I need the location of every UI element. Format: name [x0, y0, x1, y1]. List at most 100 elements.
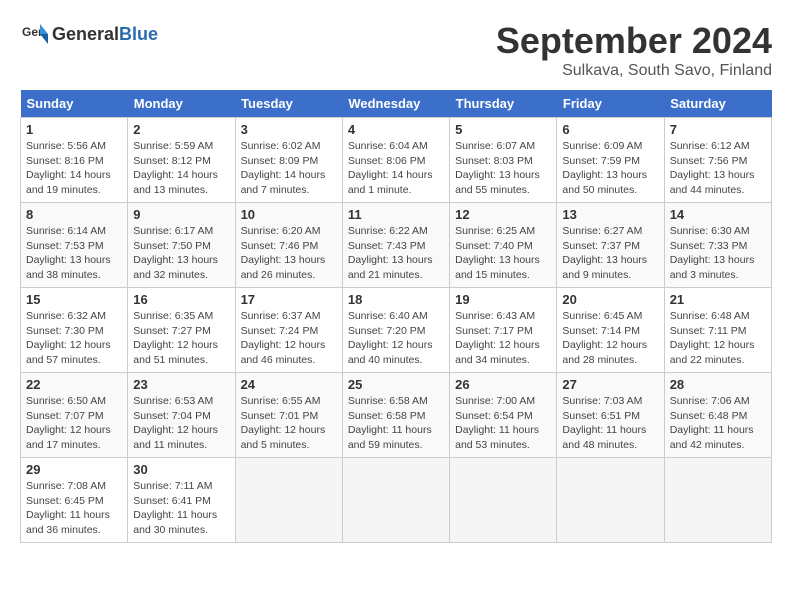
day-number: 8 [26, 207, 122, 222]
day-cell: 16Sunrise: 6:35 AM Sunset: 7:27 PM Dayli… [128, 288, 235, 373]
day-info: Sunrise: 6:09 AM Sunset: 7:59 PM Dayligh… [562, 139, 658, 198]
day-number: 25 [348, 377, 444, 392]
day-cell [342, 458, 449, 543]
day-cell: 15 Sunrise: 6:32 AM Sunset: 7:30 PM Dayli… [21, 288, 128, 373]
day-info: Sunrise: 6:45 AM Sunset: 7:14 PM Dayligh… [562, 309, 658, 368]
day-number: 27 [562, 377, 658, 392]
day-cell: 14 Sunrise: 6:30 AM Sunset: 7:33 PM Dayli… [664, 203, 771, 288]
day-info: Sunrise: 6:14 AM Sunset: 7:53 PM Dayligh… [26, 224, 122, 283]
day-cell: 22 Sunrise: 6:50 AM Sunset: 7:07 PM Dayli… [21, 373, 128, 458]
header-row: SundayMondayTuesdayWednesdayThursdayFrid… [21, 90, 772, 118]
day-info: Sunrise: 6:53 AM Sunset: 7:04 PM Dayligh… [133, 394, 229, 453]
week-row-5: 29 Sunrise: 7:08 AM Sunset: 6:45 PM Dayli… [21, 458, 772, 543]
day-info: Sunrise: 7:11 AM Sunset: 6:41 PM Dayligh… [133, 479, 229, 538]
day-number: 20 [562, 292, 658, 307]
day-number: 17 [241, 292, 337, 307]
day-info: Sunrise: 7:06 AM Sunset: 6:48 PM Dayligh… [670, 394, 766, 453]
day-number: 23 [133, 377, 229, 392]
day-number: 24 [241, 377, 337, 392]
page-header: Gen GeneralBlue September 2024 Sulkava, … [20, 20, 772, 80]
logo-blue-text: Blue [119, 24, 158, 45]
title-area: September 2024 Sulkava, South Savo, Finl… [496, 20, 772, 80]
day-number: 18 [348, 292, 444, 307]
day-info: Sunrise: 6:40 AM Sunset: 7:20 PM Dayligh… [348, 309, 444, 368]
day-number: 3 [241, 122, 337, 137]
day-number: 22 [26, 377, 122, 392]
day-number: 21 [670, 292, 766, 307]
week-row-2: 8 Sunrise: 6:14 AM Sunset: 7:53 PM Daylig… [21, 203, 772, 288]
day-cell: 19 Sunrise: 6:43 AM Sunset: 7:17 PM Dayli… [450, 288, 557, 373]
day-info: Sunrise: 7:03 AM Sunset: 6:51 PM Dayligh… [562, 394, 658, 453]
day-info: Sunrise: 6:55 AM Sunset: 7:01 PM Dayligh… [241, 394, 337, 453]
day-cell: 13 Sunrise: 6:27 AM Sunset: 7:37 PM Dayli… [557, 203, 664, 288]
month-title: September 2024 [496, 20, 772, 62]
day-cell: 26Sunrise: 7:00 AM Sunset: 6:54 PM Dayli… [450, 373, 557, 458]
day-info: Sunrise: 7:08 AM Sunset: 6:45 PM Dayligh… [26, 479, 122, 538]
day-cell [235, 458, 342, 543]
day-number: 19 [455, 292, 551, 307]
day-number: 9 [133, 207, 229, 222]
day-cell: 1Sunrise: 5:56 AM Sunset: 8:16 PM Daylig… [21, 118, 128, 203]
col-header-thursday: Thursday [450, 90, 557, 118]
day-info: Sunrise: 6:32 AM Sunset: 7:30 PM Dayligh… [26, 309, 122, 368]
day-info: Sunrise: 6:12 AM Sunset: 7:56 PM Dayligh… [670, 139, 766, 198]
day-cell: 7 Sunrise: 6:12 AM Sunset: 7:56 PM Daylig… [664, 118, 771, 203]
week-row-4: 22 Sunrise: 6:50 AM Sunset: 7:07 PM Dayli… [21, 373, 772, 458]
day-number: 6 [562, 122, 658, 137]
col-header-monday: Monday [128, 90, 235, 118]
day-cell: 9Sunrise: 6:17 AM Sunset: 7:50 PM Daylig… [128, 203, 235, 288]
day-number: 15 [26, 292, 122, 307]
day-info: Sunrise: 6:35 AM Sunset: 7:27 PM Dayligh… [133, 309, 229, 368]
day-cell [450, 458, 557, 543]
day-number: 5 [455, 122, 551, 137]
day-info: Sunrise: 5:56 AM Sunset: 8:16 PM Dayligh… [26, 139, 122, 198]
day-cell: 25 Sunrise: 6:58 AM Sunset: 6:58 PM Dayli… [342, 373, 449, 458]
day-cell: 29 Sunrise: 7:08 AM Sunset: 6:45 PM Dayli… [21, 458, 128, 543]
day-info: Sunrise: 6:58 AM Sunset: 6:58 PM Dayligh… [348, 394, 444, 453]
day-cell: 8 Sunrise: 6:14 AM Sunset: 7:53 PM Daylig… [21, 203, 128, 288]
day-number: 30 [133, 462, 229, 477]
day-cell: 28 Sunrise: 7:06 AM Sunset: 6:48 PM Dayli… [664, 373, 771, 458]
day-info: Sunrise: 6:25 AM Sunset: 7:40 PM Dayligh… [455, 224, 551, 283]
day-cell: 2Sunrise: 5:59 AM Sunset: 8:12 PM Daylig… [128, 118, 235, 203]
day-cell [664, 458, 771, 543]
location-subtitle: Sulkava, South Savo, Finland [496, 62, 772, 80]
day-info: Sunrise: 6:50 AM Sunset: 7:07 PM Dayligh… [26, 394, 122, 453]
day-cell: 24 Sunrise: 6:55 AM Sunset: 7:01 PM Dayli… [235, 373, 342, 458]
day-cell: 10Sunrise: 6:20 AM Sunset: 7:46 PM Dayli… [235, 203, 342, 288]
day-info: Sunrise: 5:59 AM Sunset: 8:12 PM Dayligh… [133, 139, 229, 198]
day-number: 11 [348, 207, 444, 222]
day-info: Sunrise: 6:04 AM Sunset: 8:06 PM Dayligh… [348, 139, 444, 198]
day-cell: 27 Sunrise: 7:03 AM Sunset: 6:51 PM Dayli… [557, 373, 664, 458]
day-number: 13 [562, 207, 658, 222]
day-number: 26 [455, 377, 551, 392]
day-number: 10 [241, 207, 337, 222]
col-header-wednesday: Wednesday [342, 90, 449, 118]
day-info: Sunrise: 6:27 AM Sunset: 7:37 PM Dayligh… [562, 224, 658, 283]
day-cell: 11 Sunrise: 6:22 AM Sunset: 7:43 PM Dayli… [342, 203, 449, 288]
day-cell: 4Sunrise: 6:04 AM Sunset: 8:06 PM Daylig… [342, 118, 449, 203]
col-header-saturday: Saturday [664, 90, 771, 118]
col-header-sunday: Sunday [21, 90, 128, 118]
day-number: 14 [670, 207, 766, 222]
day-cell: 30 Sunrise: 7:11 AM Sunset: 6:41 PM Dayli… [128, 458, 235, 543]
week-row-3: 15 Sunrise: 6:32 AM Sunset: 7:30 PM Dayli… [21, 288, 772, 373]
day-cell: 3 Sunrise: 6:02 AM Sunset: 8:09 PM Daylig… [235, 118, 342, 203]
day-info: Sunrise: 6:02 AM Sunset: 8:09 PM Dayligh… [241, 139, 337, 198]
day-info: Sunrise: 6:37 AM Sunset: 7:24 PM Dayligh… [241, 309, 337, 368]
day-number: 28 [670, 377, 766, 392]
day-cell: 5Sunrise: 6:07 AM Sunset: 8:03 PM Daylig… [450, 118, 557, 203]
day-cell: 20 Sunrise: 6:45 AM Sunset: 7:14 PM Dayli… [557, 288, 664, 373]
day-cell: 23 Sunrise: 6:53 AM Sunset: 7:04 PM Dayli… [128, 373, 235, 458]
day-info: Sunrise: 6:43 AM Sunset: 7:17 PM Dayligh… [455, 309, 551, 368]
day-number: 12 [455, 207, 551, 222]
day-info: Sunrise: 6:30 AM Sunset: 7:33 PM Dayligh… [670, 224, 766, 283]
day-cell: 21Sunrise: 6:48 AM Sunset: 7:11 PM Dayli… [664, 288, 771, 373]
day-number: 7 [670, 122, 766, 137]
day-info: Sunrise: 6:22 AM Sunset: 7:43 PM Dayligh… [348, 224, 444, 283]
day-number: 29 [26, 462, 122, 477]
calendar-table: SundayMondayTuesdayWednesdayThursdayFrid… [20, 90, 772, 543]
logo-general-text: General [52, 24, 119, 45]
logo-icon: Gen [20, 20, 48, 48]
day-cell: 18 Sunrise: 6:40 AM Sunset: 7:20 PM Dayli… [342, 288, 449, 373]
